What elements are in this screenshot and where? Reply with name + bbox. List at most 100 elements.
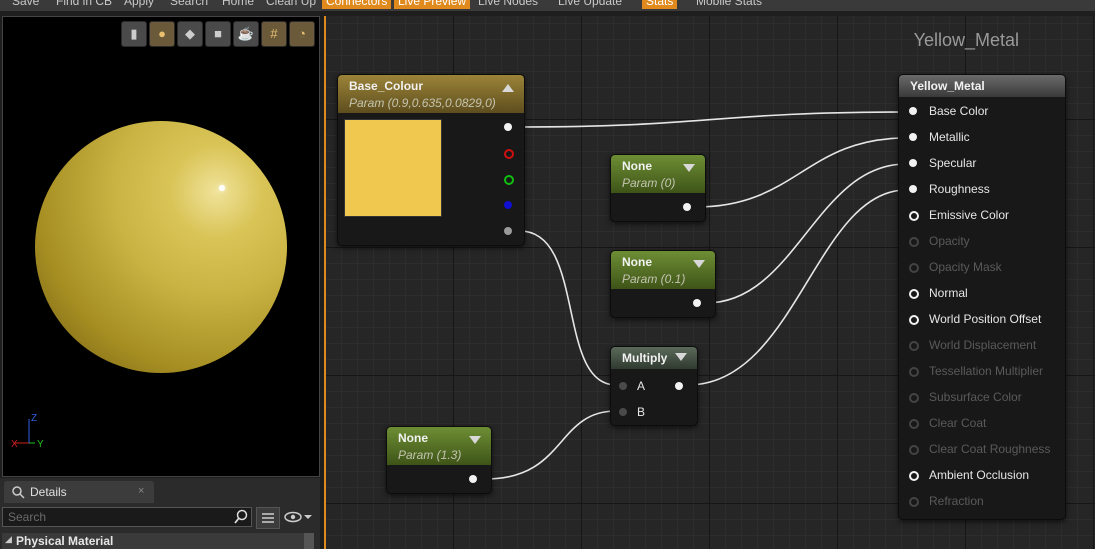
toolbar-button-stats[interactable]: Stats <box>642 0 678 9</box>
input-pin[interactable] <box>909 133 917 141</box>
node-material-result[interactable]: Yellow_Metal Base Color Metallic Specular R… <box>898 74 1066 520</box>
wire-specular <box>705 163 907 304</box>
input-label: Base Color <box>929 104 989 118</box>
node-metallic-param[interactable]: None Param (0) <box>610 154 706 222</box>
output-g-pin[interactable] <box>504 175 514 185</box>
toolbar-button-apply[interactable]: Apply <box>120 0 158 9</box>
expand-icon[interactable] <box>683 164 695 172</box>
output-a-pin[interactable] <box>504 227 512 235</box>
input-label: Clear Coat Roughness <box>929 442 1051 456</box>
teapot-icon[interactable]: ☕ <box>233 21 259 47</box>
sphere-highlight <box>219 185 225 191</box>
axis-z-label: Z <box>31 413 37 424</box>
node-roughness-param[interactable]: None Param (1.3) <box>386 426 492 494</box>
toolbar-button-save[interactable]: Save <box>8 0 43 9</box>
input-pin[interactable] <box>909 341 919 351</box>
input-label: Ambient Occlusion <box>929 468 1030 482</box>
details-icon <box>12 486 25 499</box>
category-physical-material[interactable]: ◢ Physical Material <box>2 533 314 549</box>
output-pin[interactable] <box>469 475 477 483</box>
wire-alpha-to-a <box>519 230 617 386</box>
material-graph[interactable]: Yellow_Metal Base_Colour Param (0.9,0.63… <box>324 16 1095 549</box>
expand-icon[interactable] <box>675 353 687 361</box>
toolbar-button-clean-up[interactable]: Clean Up <box>262 0 320 9</box>
node-title: Yellow_Metal <box>910 79 985 93</box>
input-b-label: B <box>637 405 646 419</box>
input-pin[interactable] <box>909 497 919 507</box>
input-pin[interactable] <box>909 237 919 247</box>
list-icon <box>262 513 274 523</box>
output-b-pin[interactable] <box>504 201 512 209</box>
output-pin[interactable] <box>675 382 683 390</box>
output-pin[interactable] <box>693 299 701 307</box>
input-pin[interactable] <box>909 185 917 193</box>
node-specular-param[interactable]: None Param (0.1) <box>610 250 716 318</box>
input-label: Subsurface Color <box>929 390 1022 404</box>
toolbar-button-home[interactable]: Home <box>218 0 258 9</box>
input-pin[interactable] <box>909 263 919 273</box>
input-pin[interactable] <box>909 315 919 325</box>
input-b-pin[interactable] <box>619 408 627 416</box>
toolbar-button-mobile-stats[interactable]: Mobile Stats <box>692 0 766 9</box>
input-label: Metallic <box>929 130 970 144</box>
input-pin[interactable] <box>909 159 917 167</box>
node-subtitle: Param (0) <box>622 176 676 190</box>
toolbar-button-search[interactable]: Search <box>166 0 212 9</box>
input-label: Specular <box>929 156 977 170</box>
node-base-colour[interactable]: Base_Colour Param (0.9,0.635,0.0829,0) <box>337 74 525 246</box>
input-a-pin[interactable] <box>619 382 627 390</box>
view-options-button[interactable] <box>256 507 280 529</box>
toolbar-button-live-update[interactable]: Live Update <box>554 0 626 9</box>
node-title: None <box>398 431 428 445</box>
input-pin[interactable] <box>909 107 917 115</box>
search-icon[interactable] <box>233 508 249 526</box>
input-label: Opacity <box>929 234 970 248</box>
input-pin[interactable] <box>909 367 919 377</box>
axis-gizmo: X Y Z <box>11 413 44 450</box>
input-pin[interactable] <box>909 471 919 481</box>
plane-icon[interactable]: ◆ <box>177 21 203 47</box>
toolbar-button-connectors[interactable]: Connectors <box>322 0 392 9</box>
node-subtitle: Param (0.1) <box>622 272 686 286</box>
node-multiply[interactable]: Multiply A B <box>610 346 698 426</box>
node-title: Multiply <box>622 351 668 365</box>
cube-icon[interactable]: ■ <box>205 21 231 47</box>
scrollbar[interactable] <box>304 533 314 549</box>
output-r-pin[interactable] <box>504 149 514 159</box>
search-placeholder: Search <box>8 510 47 524</box>
details-panel: Details × Search ◢ Physical Material <box>0 478 320 549</box>
input-a-label: A <box>637 379 646 393</box>
search-input[interactable]: Search <box>2 507 252 527</box>
details-tab[interactable]: Details × <box>4 481 154 503</box>
wire-roughness <box>687 189 907 386</box>
input-pin[interactable] <box>909 289 919 299</box>
category-label: Physical Material <box>16 534 114 548</box>
expand-arrow-icon: ◢ <box>5 534 12 544</box>
visibility-dropdown[interactable] <box>284 509 318 525</box>
input-label: World Displacement <box>929 338 1037 352</box>
input-pin[interactable] <box>909 211 919 221</box>
realtime-icon[interactable]: ◔ <box>289 21 315 47</box>
preview-sphere <box>35 121 287 373</box>
sphere-icon[interactable]: ● <box>149 21 175 47</box>
toolbar-button-find-in-cb[interactable]: Find in CB <box>52 0 116 9</box>
output-rgb-pin[interactable] <box>504 123 512 131</box>
node-subtitle: Param (1.3) <box>398 448 462 462</box>
input-label: Normal <box>929 286 968 300</box>
close-icon[interactable]: × <box>138 485 144 497</box>
collapse-icon[interactable] <box>502 84 514 92</box>
input-pin[interactable] <box>909 445 919 455</box>
expand-icon[interactable] <box>469 436 481 444</box>
toolbar: Save Find in CB Apply Search Home Clean Up Con… <box>0 0 1095 11</box>
toolbar-button-live-preview[interactable]: Live Preview <box>394 0 471 9</box>
toolbar-button-live-nodes[interactable]: Live Nodes <box>474 0 542 9</box>
axis-y-label: Y <box>37 439 44 450</box>
grid-icon[interactable]: # <box>261 21 287 47</box>
preview-viewport[interactable]: ▮ ● ◆ ■ ☕ # ◔ X Y Z <box>2 16 320 477</box>
input-pin[interactable] <box>909 419 919 429</box>
expand-icon[interactable] <box>693 260 705 268</box>
cylinder-icon[interactable]: ▮ <box>121 21 147 47</box>
output-pin[interactable] <box>683 203 691 211</box>
color-swatch <box>344 119 442 217</box>
input-pin[interactable] <box>909 393 919 403</box>
